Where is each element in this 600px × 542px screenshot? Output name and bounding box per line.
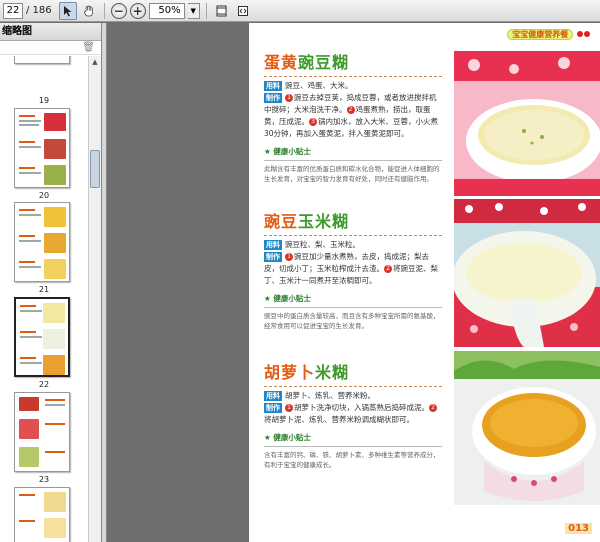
select-arrow-icon[interactable] [58, 1, 77, 20]
cherry-icon [584, 31, 590, 37]
trash-icon[interactable]: 🗑 [82, 42, 95, 53]
thumbnail-label: 21 [38, 285, 50, 294]
title-divider [264, 76, 442, 77]
tips-heading: 健康小贴士 [264, 146, 442, 157]
recipe-photo-carrot [454, 351, 600, 505]
recipe-photo-pea-corn [454, 199, 600, 347]
recipe-title: 胡萝卜米糊 [264, 363, 350, 382]
thumbnail-label: 22 [38, 380, 50, 389]
recipe-section: 胡萝卜米糊 用料 胡萝卜、炼乳、营养米粉。 制作 1 胡萝卜洗净切块，入锅蒸熟后捣碎成… [264, 359, 442, 470]
page-count: / 186 [26, 5, 52, 16]
page-thumbnail-current[interactable] [14, 297, 70, 377]
toolbar-separator [103, 2, 105, 19]
method-row: 制作 1 胡萝卜洗净切块，入锅蒸熟后捣碎成泥。 2将胡萝卜泥、炼乳、营养米粉调成糊状即… [264, 402, 442, 426]
recipe-section: 豌豆玉米糊 用料 豌豆粒、梨、玉米粒。 制作 1 豌豆加少量水煮熟，去皮，捣成泥；梨去… [264, 208, 442, 331]
method-row: 制作 1 豌豆去掉豆荚，捣成豆蓉，或者放进搅拌机中搅碎；大米泡洗干净。 2 鸡蛋煮熟，捞… [264, 93, 438, 138]
page-thumbnail[interactable] [14, 392, 70, 472]
tips-text: 豌豆中的蛋白质含量较高，而且含有多种宝宝所需的氨基酸，经常食用可以促进宝宝的生长… [264, 312, 440, 330]
method-row: 制作 1 豌豆加少量水煮熟，去皮，捣成泥；梨去皮，切成小丁；玉米粒榨成汁去渣。 2 将豌… [264, 252, 438, 285]
toolbar: 22 / 186 − + 50% ▼ [0, 0, 600, 22]
thumbnail-panel: 缩略图 🗑 19 20 21 22 23 ▲ [0, 23, 102, 542]
panel-splitter[interactable]: · · · [102, 23, 112, 542]
thumbnail-label: 20 [38, 191, 50, 200]
thumbnail-panel-title: 缩略图 [0, 23, 101, 41]
page-number-input[interactable]: 22 [3, 2, 23, 19]
scrollbar-thumb[interactable] [90, 150, 100, 188]
thumbnail-toolbar: 🗑 [0, 41, 101, 55]
toolbar-separator [205, 2, 207, 19]
recipe-title: 蛋黄豌豆糊 [264, 53, 350, 72]
tips-text: 此糊含有丰富的优质蛋白质和碳水化合物，能促进人体细胞的生长发育，对宝宝的智力发育… [264, 165, 440, 183]
zoom-level-field[interactable]: 50% [148, 2, 185, 19]
thumbnail-list: 19 20 21 22 23 [0, 56, 88, 542]
dropdown-chevron-icon[interactable]: ▼ [187, 2, 200, 19]
tips-text: 含有丰富的钙、磷、铁、胡萝卜素、多种维生素等营养成分，有利于宝宝的健康成长。 [264, 451, 440, 469]
hand-tool-icon[interactable] [80, 2, 98, 20]
recipe-photo-egg-pea [454, 51, 600, 196]
tips-divider [264, 446, 442, 447]
tips-divider [264, 160, 442, 161]
tips-divider [264, 307, 442, 308]
zoom-out-icon[interactable]: − [110, 2, 127, 19]
title-divider [264, 386, 442, 387]
page-thumbnail[interactable] [14, 56, 70, 64]
page-thumbnail[interactable] [14, 108, 70, 188]
scroll-up-icon[interactable]: ▲ [89, 56, 101, 68]
tips-heading: 健康小贴士 [264, 293, 442, 304]
page-thumbnail[interactable] [14, 202, 70, 282]
ingredients-row: 用料 豌豆、鸡蛋、大米。 [264, 81, 353, 91]
recipe-title: 豌豆玉米糊 [264, 212, 350, 231]
fit-page-icon[interactable] [213, 2, 231, 20]
thumbnail-scrollbar[interactable]: ▲ [88, 56, 101, 542]
zoom-in-icon[interactable]: + [129, 2, 146, 19]
fit-width-icon[interactable] [234, 2, 252, 20]
header-label: 宝宝健康营养餐 [507, 29, 574, 40]
thumbnail-label: 23 [38, 475, 50, 484]
page-thumbnail[interactable] [14, 487, 70, 542]
page-number: 013 [565, 523, 592, 534]
thumbnail-label: 19 [38, 96, 50, 105]
ingredients-row: 用料 胡萝卜、炼乳、营养米粉。 [264, 391, 375, 401]
cherry-icon [577, 31, 583, 37]
tips-heading: 健康小贴士 [264, 432, 442, 443]
recipe-section: 蛋黄豌豆糊 用料 豌豆、鸡蛋、大米。 制作 1 豌豆去掉豆荚，捣成豆蓉，或者放进搅拌机… [264, 49, 442, 184]
document-page: 宝宝健康营养餐 蛋黄豌豆糊 用料 豌豆、鸡蛋、大米。 制作 1 豌豆去掉豆荚，捣成豆蓉… [249, 23, 600, 542]
ingredients-row: 用料 豌豆粒、梨、玉米粒。 [264, 240, 360, 250]
title-divider [264, 235, 442, 236]
page-header: 宝宝健康营养餐 [507, 29, 590, 40]
